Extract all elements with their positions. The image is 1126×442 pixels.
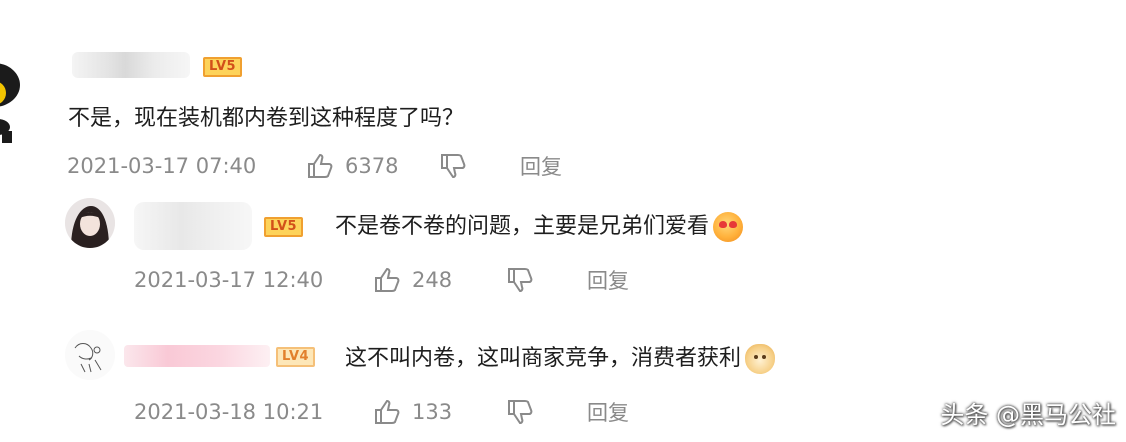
- timestamp: 2021-03-18 10:21: [134, 400, 324, 424]
- thumbs-down-icon: [508, 400, 533, 425]
- reply-meta: 2021-03-17 12:40 248 回复: [134, 265, 629, 295]
- timestamp: 2021-03-17 07:40: [67, 154, 257, 178]
- username-blurred[interactable]: [72, 52, 190, 78]
- like-count: 6378: [345, 154, 399, 178]
- comment-meta: 2021-03-17 07:40 6378 回复: [67, 151, 562, 181]
- level-badge: LV5: [264, 217, 304, 237]
- thumbs-up-icon: [375, 267, 400, 292]
- reply-button[interactable]: 回复: [520, 151, 562, 181]
- like-count: 133: [412, 400, 453, 424]
- reply-meta: 2021-03-18 10:21 133 回复: [134, 397, 629, 427]
- username-blurred[interactable]: [124, 345, 270, 367]
- reply-button[interactable]: 回复: [587, 265, 629, 295]
- comment-text: 不是，现在装机都内卷到这种程度了吗？: [68, 106, 465, 131]
- like-button[interactable]: 6378: [307, 153, 440, 179]
- love-eyes-emoji: [713, 212, 744, 242]
- thumbs-up-icon: [308, 153, 333, 178]
- reply-button[interactable]: 回复: [587, 397, 629, 427]
- dislike-button[interactable]: [507, 399, 587, 425]
- dislike-button[interactable]: [440, 153, 520, 179]
- like-button[interactable]: 133: [374, 399, 507, 425]
- level-badge: LV4: [276, 347, 316, 367]
- avatar[interactable]: [65, 330, 115, 380]
- avatar[interactable]: [0, 55, 36, 143]
- watermark: 头条 @黑马公社: [940, 401, 1116, 429]
- avatar[interactable]: [65, 198, 115, 248]
- level-badge: LV5: [203, 57, 243, 77]
- thumbs-down-icon: [441, 154, 466, 179]
- username-blurred[interactable]: [134, 202, 252, 250]
- thumbs-up-icon: [375, 399, 400, 424]
- reply-text: 不是卷不卷的问题，主要是兄弟们爱看: [335, 208, 744, 242]
- like-button[interactable]: 248: [374, 267, 507, 293]
- thumbs-down-icon: [508, 268, 533, 293]
- dislike-button[interactable]: [507, 267, 587, 293]
- doge-emoji: [745, 344, 776, 374]
- like-count: 248: [412, 268, 453, 292]
- reply-text-content: 这不叫内卷，这叫商家竞争，消费者获利: [345, 346, 742, 371]
- timestamp: 2021-03-17 12:40: [134, 268, 324, 292]
- reply-text-content: 不是卷不卷的问题，主要是兄弟们爱看: [335, 214, 710, 239]
- reply-text: 这不叫内卷，这叫商家竞争，消费者获利: [345, 340, 776, 374]
